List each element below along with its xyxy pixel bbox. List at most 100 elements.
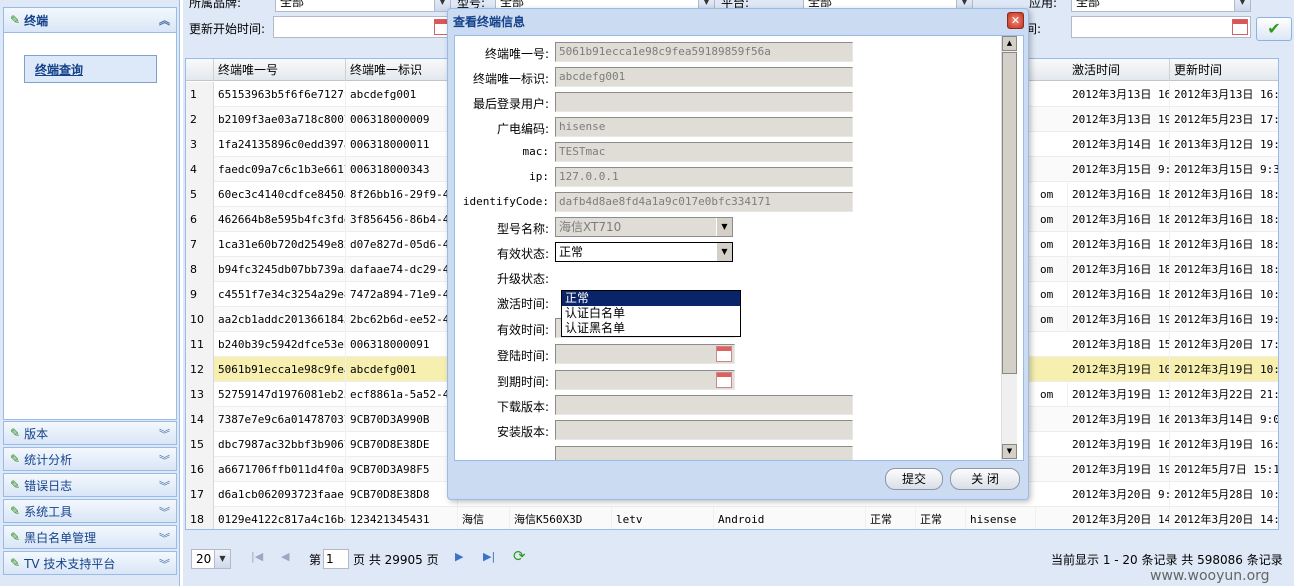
chevron-down-icon[interactable]: ︾ (159, 556, 170, 572)
table-cell-mark: 9CB70D3A990B (346, 407, 458, 432)
valid-status-select[interactable]: 正常 ▼ (555, 242, 733, 262)
last-user-field[interactable] (555, 92, 853, 112)
table-cell-app: Android (714, 507, 866, 529)
field-uid: 终端唯一号: 5061b91ecca1e98c9fea59189859f56a (455, 42, 1015, 64)
pencil-icon: ✎ (10, 556, 21, 570)
search-button[interactable]: ✔ (1256, 17, 1292, 41)
table-cell-act: 2012年3月18日 15 (1068, 332, 1170, 357)
col-header-update[interactable]: 更新时间 (1170, 59, 1278, 81)
download-version-field[interactable] (555, 395, 853, 415)
brand-select[interactable]: 全部 ▼ (275, 0, 451, 12)
calendar-icon[interactable] (716, 372, 732, 388)
chevron-down-icon[interactable]: ▼ (716, 218, 732, 236)
close-button[interactable]: 关 闭 (950, 468, 1020, 490)
refresh-icon[interactable]: ⟳ (513, 547, 526, 565)
identify-code-field[interactable]: dafb4d8ae8fd4a1a9c017e0bfc334171 (555, 192, 853, 212)
table-cell-id: 0129e4122c817a4c16b46 (214, 507, 346, 529)
submit-button[interactable]: 提交 (885, 468, 943, 490)
ip-field[interactable]: 127.0.0.1 (555, 167, 853, 187)
chevron-up-icon[interactable]: ︽ (159, 12, 170, 28)
chevron-down-icon[interactable]: ︾ (159, 530, 170, 546)
pencil-icon: ✎ (10, 478, 21, 492)
table-cell-n: 18 (186, 507, 214, 529)
model-name-select[interactable]: 海信XT710 ▼ (555, 217, 733, 237)
sidebar-section-stats[interactable]: ✎ 统计分析 ︾ (3, 447, 177, 471)
mac-field[interactable]: TESTmac (555, 142, 853, 162)
close-icon[interactable]: ✕ (1007, 12, 1024, 29)
update-end-input[interactable] (1071, 16, 1251, 38)
col-header-uid[interactable]: 终端唯一号 (214, 59, 346, 81)
first-page-icon[interactable]: |◀ (251, 550, 263, 563)
prev-page-icon[interactable]: ◀ (281, 550, 289, 563)
scroll-up-icon[interactable]: ▲ (1002, 36, 1017, 51)
scrollbar-thumb[interactable] (1002, 52, 1017, 374)
table-cell-upd: 2012年3月22日 21: (1170, 382, 1278, 407)
table-cell-n: 17 (186, 482, 214, 507)
install-version-field[interactable] (555, 420, 853, 440)
mark-field[interactable]: abcdefg001 (555, 67, 853, 87)
expire-time-field[interactable] (555, 370, 735, 390)
dropdown-option-normal[interactable]: 正常 (562, 291, 740, 306)
watermark: www.wooyun.org (1150, 568, 1270, 584)
table-cell-s1: 正常 (866, 507, 916, 529)
uid-field[interactable]: 5061b91ecca1e98c9fea59189859f56a (555, 42, 853, 62)
pager: 20 ▼ |◀ ◀ 第 1 页 共 29905 页 ▶ ▶| ⟳ 当前显示 1 -… (185, 544, 1289, 572)
table-cell-upd: 2013年3月12日 19: (1170, 132, 1278, 157)
sidebar-section-label: 错误日志 (24, 478, 73, 493)
table-cell-act: 2012年3月16日 18 (1068, 182, 1170, 207)
field-mac: mac: TESTmac (455, 142, 1015, 164)
table-cell-n: 8 (186, 257, 214, 282)
sidebar-section-label: 统计分析 (24, 452, 73, 467)
app-select[interactable]: 全部 ▼ (1071, 0, 1251, 12)
extra-field[interactable] (555, 446, 853, 460)
sidebar-section-version[interactable]: ✎ 版本 ︾ (3, 421, 177, 445)
table-cell-mark: 9CB70D3A98F5 (346, 457, 458, 482)
calendar-icon[interactable] (716, 346, 732, 362)
table-cell-extra: om (1036, 307, 1068, 332)
last-page-icon[interactable]: ▶| (483, 550, 495, 563)
sidebar-section-tv-support[interactable]: ✎ TV 技术支持平台 ︾ (3, 551, 177, 575)
scroll-down-icon[interactable]: ▼ (1002, 444, 1017, 459)
col-header-mark[interactable]: 终端唯一标识 (346, 59, 458, 81)
next-page-icon[interactable]: ▶ (455, 550, 463, 563)
table-cell-act: 2012年3月19日 16 (1068, 432, 1170, 457)
table-cell-mark: 3f856456-86b4-43b (346, 207, 458, 232)
sidebar-item-terminal-query[interactable]: 终端查询 (24, 55, 157, 83)
table-cell-act: 2012年3月19日 10 (1068, 357, 1170, 382)
table-row[interactable]: 18 0129e4122c817a4c16b46 123421345431 海信 海信K… (186, 507, 1278, 529)
sidebar-section-terminal[interactable]: ✎ 终端 ︽ (3, 7, 177, 33)
dropdown-option-whitelist[interactable]: 认证白名单 (562, 306, 740, 321)
chevron-down-icon[interactable]: ▼ (214, 550, 230, 568)
calendar-icon[interactable] (1232, 19, 1248, 35)
field-ip: ip: 127.0.0.1 (455, 167, 1015, 189)
field-last-user: 最后登录用户: (455, 92, 1015, 114)
chevron-down-icon[interactable]: ︾ (159, 504, 170, 520)
col-header-activate[interactable]: 激活时间 (1068, 59, 1170, 81)
table-cell-mark: ecf8861a-5a52-498 (346, 382, 458, 407)
table-cell-id: 5061b91ecca1e98c9fea5 (214, 357, 346, 382)
table-cell-act: 2012年3月20日 9: (1068, 482, 1170, 507)
chevron-down-icon[interactable]: ▼ (716, 243, 732, 261)
table-cell-n: 11 (186, 332, 214, 357)
table-cell-act: 2012年3月19日 13 (1068, 382, 1170, 407)
sidebar-section-blackwhite-list[interactable]: ✎ 黑白名单管理 ︾ (3, 525, 177, 549)
field-download-version: 下载版本: (455, 395, 1015, 417)
chevron-down-icon[interactable]: ︾ (159, 426, 170, 442)
table-cell-mark: d07e827d-05d6-4a6 (346, 232, 458, 257)
code-field[interactable]: hisense (555, 117, 853, 137)
table-cell-mark: 9CB70D8E38D8 (346, 482, 458, 507)
sidebar-section-system-tools[interactable]: ✎ 系统工具 ︾ (3, 499, 177, 523)
sidebar-section-error-log[interactable]: ✎ 错误日志 ︾ (3, 473, 177, 497)
update-start-input[interactable] (273, 16, 453, 38)
chevron-down-icon[interactable]: ▼ (1234, 0, 1250, 11)
chevron-down-icon[interactable]: ︾ (159, 478, 170, 494)
table-cell-extra: om (1036, 207, 1068, 232)
page-number-input[interactable]: 1 (323, 549, 349, 569)
table-cell-model: 海信K560X3D (510, 507, 612, 529)
page-size-select[interactable]: 20 ▼ (191, 549, 231, 569)
login-time-field[interactable] (555, 344, 735, 364)
chevron-down-icon[interactable]: ︾ (159, 452, 170, 468)
dropdown-option-blacklist[interactable]: 认证黑名单 (562, 321, 740, 336)
table-cell-n: 3 (186, 132, 214, 157)
dialog-scrollbar[interactable]: ▲ ▼ (1001, 36, 1017, 460)
